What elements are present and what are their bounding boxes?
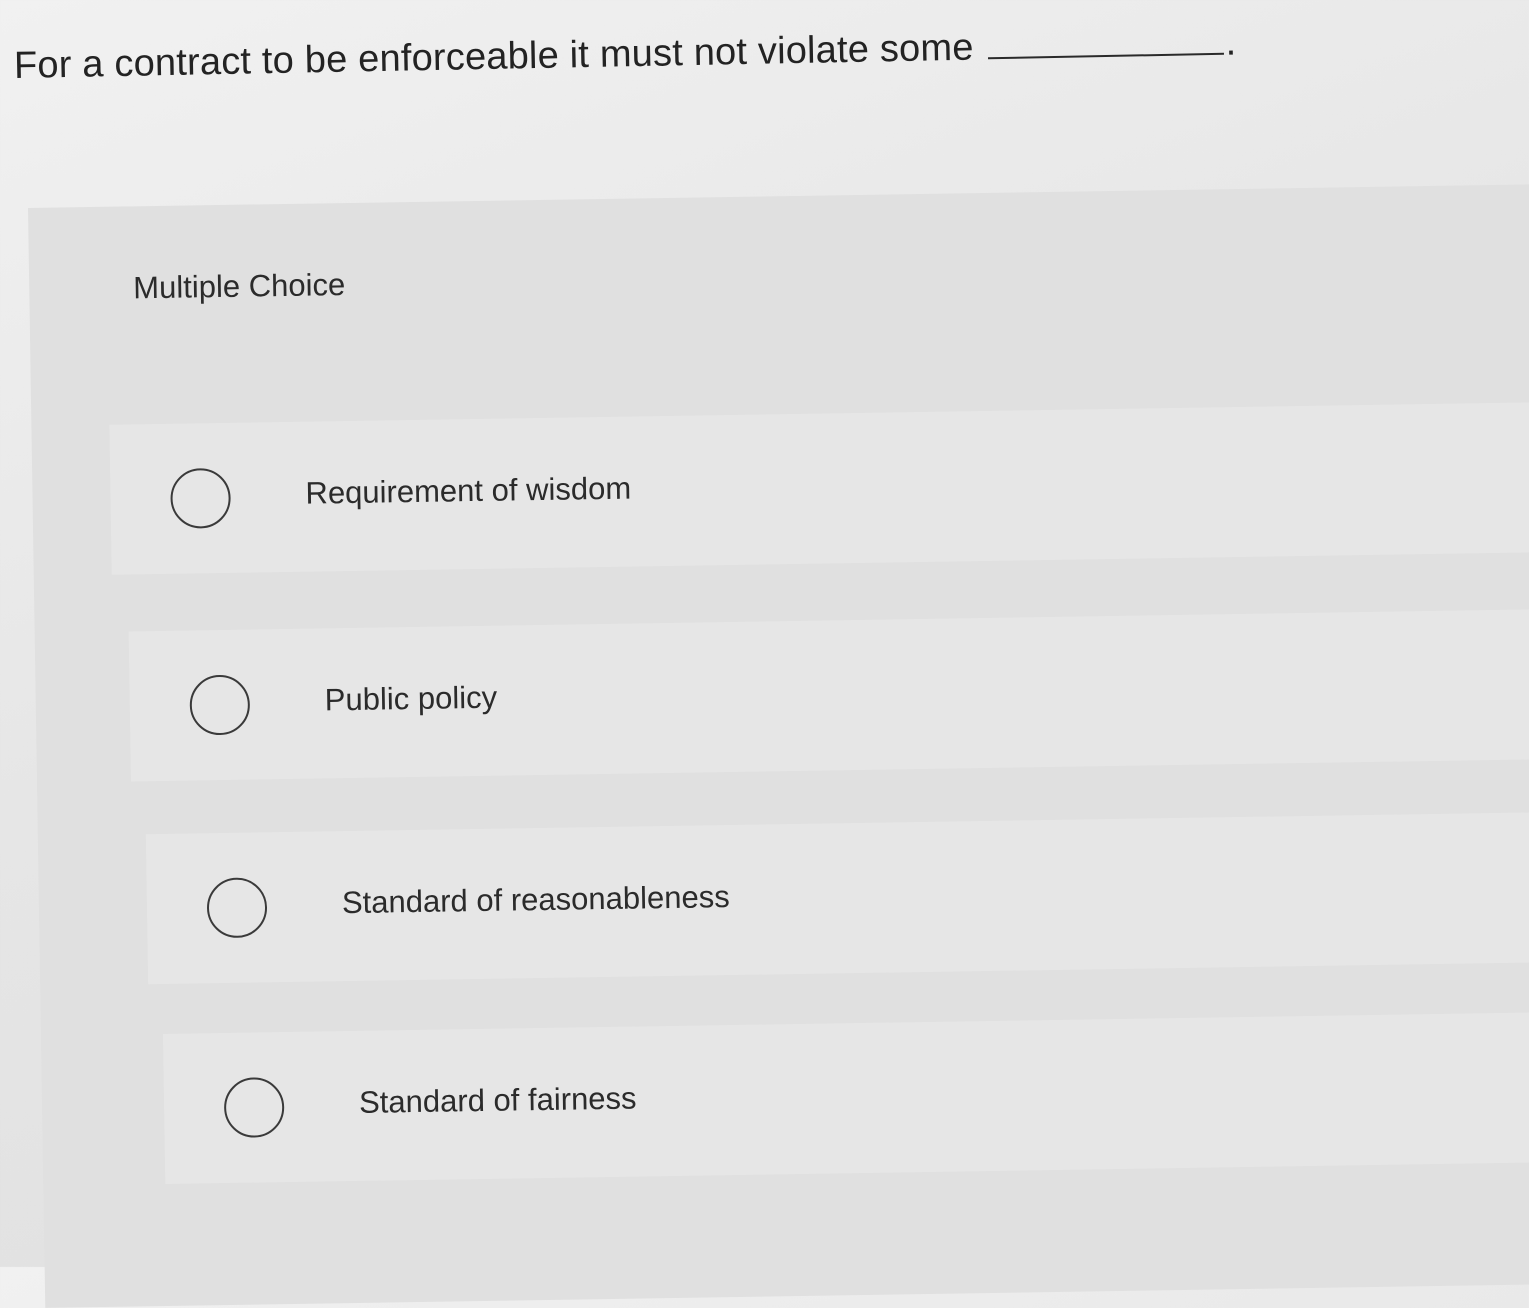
answer-option-public-policy[interactable]: Public policy (128, 609, 1529, 782)
answer-option-standard-of-fairness[interactable]: Standard of fairness (162, 1011, 1529, 1184)
option-label: Public policy (324, 679, 498, 718)
radio-button[interactable] (206, 877, 268, 939)
radio-button[interactable] (189, 674, 251, 736)
radio-button[interactable] (223, 1077, 285, 1139)
answer-option-standard-of-reasonableness[interactable]: Standard of reasonableness (145, 811, 1529, 985)
radio-button[interactable] (170, 467, 232, 529)
option-label: Standard of fairness (358, 1080, 637, 1120)
answer-option-requirement-of-wisdom[interactable]: Requirement of wisdom (109, 402, 1529, 575)
question-type-label: Multiple Choice (132, 267, 346, 306)
option-label: Standard of reasonableness (341, 879, 730, 921)
answer-blank (987, 50, 1224, 60)
multiple-choice-panel: Multiple Choice Requirement of wisdom Pu… (28, 184, 1529, 1308)
option-label: Requirement of wisdom (305, 470, 632, 511)
question-period: . (1225, 21, 1237, 64)
question-prompt: For a contract to be enforceable it must… (14, 21, 1237, 90)
question-text: For a contract to be enforceable it must… (13, 26, 974, 87)
